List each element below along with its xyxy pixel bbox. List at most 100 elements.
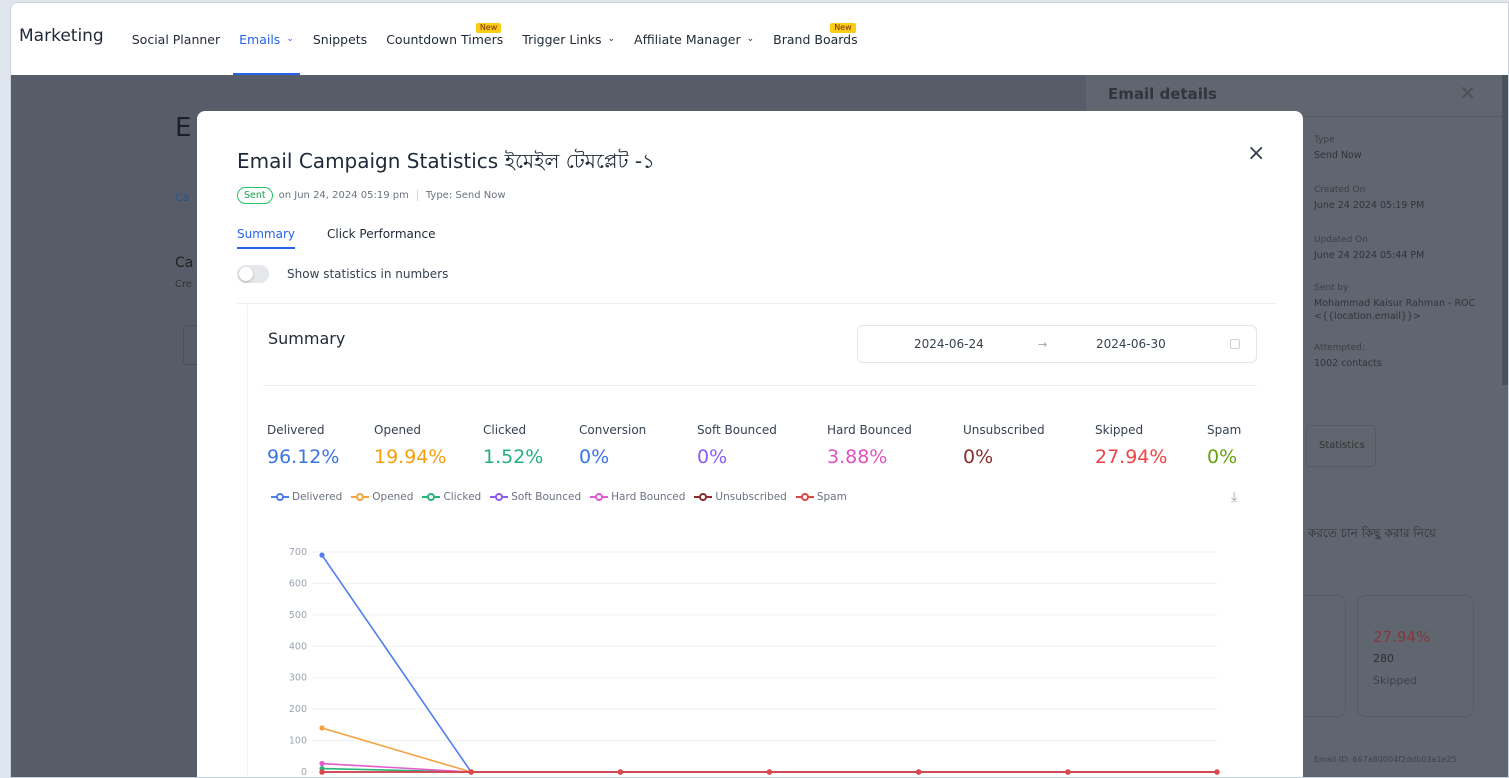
y-tick-label: 700 bbox=[289, 547, 307, 558]
metric-hard-bounced: Hard Bounced 3.88% bbox=[827, 423, 912, 468]
legend-marker bbox=[694, 492, 713, 502]
metric-label: Delivered bbox=[267, 423, 325, 437]
date-range-picker[interactable]: 2024-06-24 → 2024-06-30 bbox=[857, 325, 1257, 363]
background-subtext: Cre bbox=[175, 279, 193, 290]
legend-item-spam[interactable]: Spam bbox=[795, 491, 847, 503]
summary-panel: Summary 2024-06-24 → 2024-06-30 Delivere… bbox=[247, 305, 1287, 777]
data-point[interactable] bbox=[319, 760, 325, 767]
metric-value: 0% bbox=[697, 446, 728, 468]
top-nav: Marketing Social Planner Emails ⌄ Snippets C… bbox=[11, 3, 1508, 75]
data-point[interactable] bbox=[319, 725, 325, 731]
nav-item-trigger-links[interactable]: Trigger Links ⌄ bbox=[522, 3, 615, 75]
legend-marker bbox=[795, 492, 814, 502]
legend-label: Opened bbox=[372, 491, 414, 503]
legend-label: Hard Bounced bbox=[611, 491, 686, 503]
metric-value: 0% bbox=[579, 446, 610, 468]
metric-value: 0% bbox=[963, 446, 994, 468]
metric-soft-bounced: Soft Bounced 0% bbox=[697, 423, 777, 468]
metric-delivered: Delivered 96.12% bbox=[267, 423, 339, 468]
metric-label: Opened bbox=[374, 423, 422, 437]
nav-item-label: Social Planner bbox=[131, 31, 221, 47]
nav-item-label: Trigger Links bbox=[522, 31, 602, 47]
nav-item-brand-boards[interactable]: Brand Boards New bbox=[773, 3, 858, 75]
modal-close-icon[interactable]: × bbox=[1247, 143, 1265, 165]
data-point[interactable] bbox=[766, 769, 773, 775]
detail-label: Type bbox=[1314, 135, 1335, 145]
legend-marker bbox=[271, 492, 289, 502]
skipped-card-label: Skipped bbox=[1373, 674, 1418, 687]
email-details-title: Email details bbox=[1108, 85, 1217, 103]
summary-title: Summary bbox=[268, 329, 346, 348]
legend-item-clicked[interactable]: Clicked bbox=[422, 491, 481, 503]
nav-item-snippets[interactable]: Snippets bbox=[313, 3, 367, 75]
data-point[interactable] bbox=[319, 769, 325, 775]
metric-value: 1.52% bbox=[483, 446, 544, 468]
show-numbers-toggle[interactable] bbox=[237, 265, 269, 283]
nav-item-countdown-timers[interactable]: Countdown Timers New bbox=[386, 3, 503, 75]
detail-label: Attempted: bbox=[1314, 343, 1365, 353]
nav-item-emails[interactable]: Emails ⌄ bbox=[233, 3, 300, 75]
legend-marker bbox=[351, 492, 370, 502]
metric-label: Clicked bbox=[483, 423, 527, 437]
data-point[interactable] bbox=[1065, 769, 1071, 775]
legend-item-opened[interactable]: Opened bbox=[351, 491, 413, 503]
tab-summary[interactable]: Summary bbox=[237, 227, 295, 249]
new-badge: New bbox=[475, 23, 502, 33]
detail-value: June 24 2024 05:44 PM bbox=[1314, 250, 1425, 261]
nav-item-label: Countdown Timers bbox=[386, 31, 504, 47]
legend-marker bbox=[490, 492, 509, 502]
nav-item-affiliate-manager[interactable]: Affiliate Manager ⌄ bbox=[634, 3, 754, 75]
y-tick-label: 600 bbox=[289, 578, 307, 589]
legend-label: Soft Bounced bbox=[511, 491, 582, 503]
metric-spam: Spam 0% bbox=[1207, 423, 1241, 468]
metric-label: Skipped bbox=[1095, 423, 1144, 437]
legend-item-hard-bounced[interactable]: Hard Bounced bbox=[590, 491, 685, 503]
detail-label: Updated On bbox=[1314, 235, 1368, 245]
detail-value: June 24 2024 05:19 PM bbox=[1314, 200, 1425, 211]
legend-item-delivered[interactable]: Delivered bbox=[271, 491, 342, 503]
detail-value: 1002 contacts bbox=[1314, 358, 1382, 369]
legend-label: Unsubscribed bbox=[715, 491, 787, 503]
y-tick-label: 100 bbox=[289, 736, 307, 747]
campaign-meta: Sent on Jun 24, 2024 05:19 pm Type: Send… bbox=[237, 187, 506, 204]
data-point[interactable] bbox=[319, 552, 325, 558]
chevron-down-icon: ⌄ bbox=[607, 34, 616, 44]
data-point[interactable] bbox=[468, 769, 474, 775]
email-details-close-icon[interactable]: ✕ bbox=[1459, 81, 1476, 105]
data-point[interactable] bbox=[617, 769, 623, 775]
metrics-row: Delivered 96.12% Opened 19.94% Clicked 1.52% C… bbox=[247, 423, 1287, 483]
legend-item-soft-bounced[interactable]: Soft Bounced bbox=[490, 491, 581, 503]
background-heading: Ca bbox=[175, 255, 194, 271]
modal-title: Email Campaign Statistics ইমেইল টেমপ্লেট… bbox=[237, 149, 656, 173]
series-line-delivered bbox=[321, 554, 1217, 773]
meta-divider bbox=[416, 190, 418, 201]
metric-label: Conversion bbox=[579, 423, 647, 437]
metric-skipped: Skipped 27.94% bbox=[1095, 423, 1167, 468]
chart-legend: Delivered Opened Clicked Soft Bounced Hard B… bbox=[271, 491, 856, 503]
legend-item-unsubscribed[interactable]: Unsubscribed bbox=[694, 491, 787, 503]
detail-label: Sent by bbox=[1314, 283, 1349, 293]
skipped-card-count: 280 bbox=[1373, 652, 1394, 665]
metric-value: 0% bbox=[1207, 446, 1238, 468]
nav-item-label: Brand Boards bbox=[773, 31, 858, 47]
detail-label: Created On bbox=[1314, 185, 1366, 195]
metric-label: Spam bbox=[1207, 423, 1242, 437]
nav-item-social-planner[interactable]: Social Planner bbox=[132, 3, 220, 75]
statistics-button[interactable]: Statistics bbox=[1306, 425, 1376, 467]
date-to[interactable]: 2024-06-30 bbox=[1096, 337, 1166, 351]
calendar-icon[interactable] bbox=[1230, 339, 1240, 349]
download-icon[interactable]: ⤓ bbox=[1231, 489, 1237, 505]
date-from[interactable]: 2024-06-24 bbox=[914, 337, 984, 351]
campaign-statistics-modal: Email Campaign Statistics ইমেইল টেমপ্লেট… bbox=[197, 111, 1303, 777]
data-point[interactable] bbox=[916, 769, 922, 775]
data-point[interactable] bbox=[1214, 769, 1220, 775]
nav-item-label: Snippets bbox=[312, 31, 368, 47]
numbers-toggle-row: Show statistics in numbers bbox=[237, 265, 448, 283]
legend-label: Clicked bbox=[443, 491, 482, 503]
tab-click-performance[interactable]: Click Performance bbox=[327, 227, 435, 249]
metric-conversion: Conversion 0% bbox=[579, 423, 646, 468]
metric-value: 27.94% bbox=[1095, 446, 1168, 468]
details-scrollbar[interactable] bbox=[1502, 75, 1508, 385]
metric-label: Soft Bounced bbox=[697, 423, 777, 437]
brand-title: Marketing bbox=[19, 26, 104, 46]
